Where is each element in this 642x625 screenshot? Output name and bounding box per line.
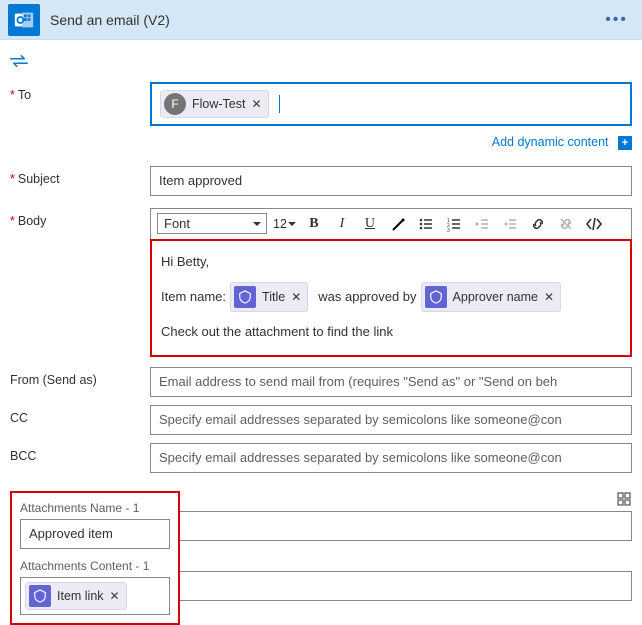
bcc-input[interactable]: Specify email addresses separated by sem… — [150, 443, 632, 473]
attachments-name-label: Attachments Name - 1 — [20, 501, 170, 515]
plus-icon[interactable]: + — [618, 136, 632, 150]
subject-input[interactable]: Item approved — [150, 166, 632, 196]
attachments-content-input[interactable]: Item link ✕ — [20, 577, 170, 615]
body-text: Item name: — [161, 285, 226, 309]
attachments-box: Attachments Name - 1 Approved item Attac… — [10, 491, 180, 625]
unlink-button[interactable] — [555, 213, 577, 235]
token-icon — [29, 585, 51, 607]
from-input[interactable]: Email address to send mail from (require… — [150, 367, 632, 397]
token-icon — [234, 286, 256, 308]
array-mode-button[interactable] — [616, 491, 632, 507]
link-button[interactable] — [527, 213, 549, 235]
token-remove[interactable]: ✕ — [544, 285, 554, 309]
indent-button[interactable] — [499, 213, 521, 235]
italic-button[interactable]: I — [331, 213, 353, 235]
bold-button[interactable]: B — [303, 213, 325, 235]
bcc-label: BCC — [10, 443, 150, 463]
attachments-content-input-ext[interactable] — [180, 571, 632, 601]
attachments-name-input-ext[interactable] — [180, 511, 632, 541]
svg-text:3: 3 — [447, 228, 450, 232]
to-label: *To — [10, 82, 150, 102]
attachments-content-label: Attachments Content - 1 — [20, 559, 170, 573]
outlook-icon — [13, 9, 35, 31]
card-menu-button[interactable]: ••• — [599, 11, 634, 29]
swap-icon[interactable] — [10, 54, 632, 68]
attachments-name-input[interactable]: Approved item — [20, 519, 170, 549]
text-caret — [279, 95, 280, 113]
to-chip[interactable]: F Flow-Test ✕ — [160, 90, 269, 118]
numbered-list-button[interactable]: 123 — [443, 213, 465, 235]
font-size-select[interactable]: 12 — [273, 217, 297, 231]
subject-label: *Subject — [10, 166, 150, 186]
outdent-button[interactable] — [471, 213, 493, 235]
connector-icon — [8, 4, 40, 36]
chip-label: Flow-Test — [192, 97, 245, 111]
body-text: was approved by — [318, 285, 416, 309]
token-approver-name[interactable]: Approver name ✕ — [421, 282, 562, 312]
font-select[interactable]: Font — [157, 213, 267, 234]
chevron-down-icon — [252, 219, 262, 229]
body-line: Check out the attachment to find the lin… — [161, 320, 621, 344]
cc-label: CC — [10, 405, 150, 425]
card-title: Send an email (V2) — [50, 12, 170, 28]
cc-input[interactable]: Specify email addresses separated by sem… — [150, 405, 632, 435]
from-label: From (Send as) — [10, 367, 150, 387]
token-title[interactable]: Title ✕ — [230, 282, 308, 312]
body-editor: Font 12 B I U — [150, 208, 632, 357]
code-view-button[interactable] — [583, 213, 605, 235]
bulleted-list-button[interactable] — [415, 213, 437, 235]
color-button[interactable] — [387, 213, 409, 235]
chevron-down-icon — [287, 219, 297, 229]
token-remove[interactable]: ✕ — [291, 285, 301, 309]
body-line: Hi Betty, — [161, 250, 621, 274]
body-label: *Body — [10, 208, 150, 228]
card-header: Send an email (V2) ••• — [0, 0, 642, 40]
token-icon — [425, 286, 447, 308]
underline-button[interactable]: U — [359, 213, 381, 235]
add-dynamic-content-link[interactable]: Add dynamic content — [492, 135, 609, 149]
chip-remove[interactable]: ✕ — [251, 97, 261, 111]
token-remove[interactable]: ✕ — [110, 589, 120, 603]
avatar: F — [164, 93, 186, 115]
body-content[interactable]: Hi Betty, Item name: Title ✕ was approve… — [151, 240, 631, 356]
to-input[interactable]: F Flow-Test ✕ — [150, 82, 632, 126]
token-item-link[interactable]: Item link ✕ — [25, 582, 127, 610]
editor-toolbar: Font 12 B I U — [151, 209, 631, 240]
